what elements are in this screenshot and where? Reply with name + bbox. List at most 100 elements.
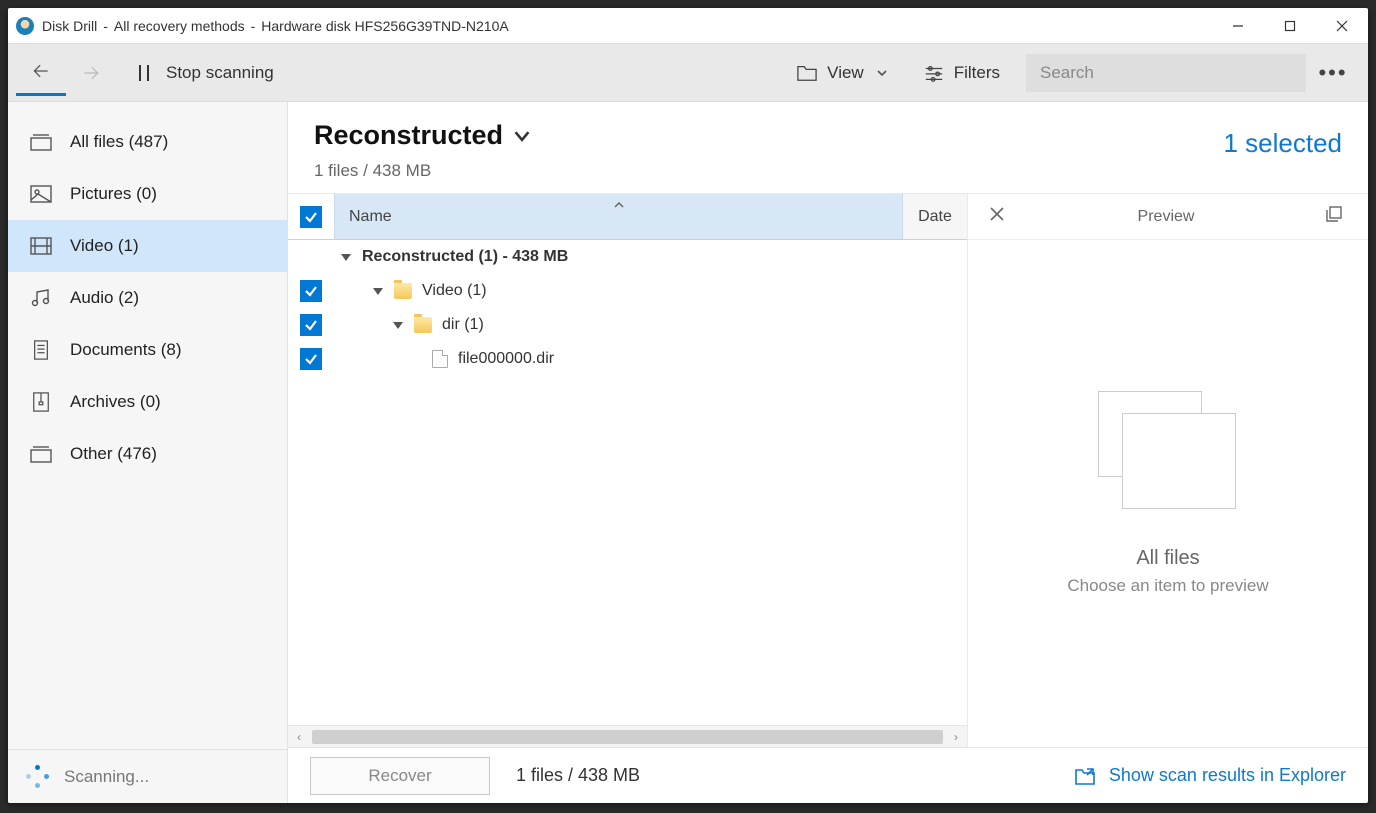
row-checkbox[interactable] — [300, 348, 322, 370]
view-dropdown[interactable]: View — [779, 50, 906, 96]
film-icon — [30, 236, 52, 256]
sidebar-item-label: Pictures (0) — [70, 184, 157, 204]
archive-icon — [30, 392, 52, 412]
close-button[interactable] — [1316, 8, 1368, 44]
triangle-down-icon[interactable] — [340, 250, 354, 264]
title-app: Disk Drill — [42, 18, 97, 34]
pause-icon — [136, 64, 152, 82]
main-pane: Reconstructed 1 files / 438 MB 1 selecte… — [288, 102, 1368, 803]
preview-placeholder-icon — [1098, 391, 1238, 511]
sidebar-item-documents[interactable]: Documents (8) — [8, 324, 287, 376]
open-external-button[interactable] — [1326, 206, 1346, 227]
more-menu-button[interactable]: ••• — [1306, 60, 1360, 86]
app-window: Disk Drill - All recovery methods - Hard… — [8, 8, 1368, 803]
sidebar-item-other[interactable]: Other (476) — [8, 428, 287, 480]
scroll-thumb[interactable] — [312, 730, 943, 744]
sliders-icon — [924, 64, 944, 82]
close-preview-button[interactable] — [990, 207, 1006, 226]
spinner-icon — [26, 765, 50, 789]
sidebar-item-label: Documents (8) — [70, 340, 181, 360]
maximize-button[interactable] — [1264, 8, 1316, 44]
search-placeholder: Search — [1040, 63, 1094, 83]
document-icon — [30, 340, 52, 360]
sidebar-item-label: Other (476) — [70, 444, 157, 464]
filters-button[interactable]: Filters — [906, 50, 1018, 96]
column-name-label: Name — [349, 208, 392, 226]
sidebar-item-pictures[interactable]: Pictures (0) — [8, 168, 287, 220]
folder-icon — [394, 283, 412, 299]
column-name[interactable]: Name — [334, 194, 903, 239]
stack-icon — [30, 444, 52, 464]
view-label: View — [827, 63, 864, 83]
stop-scanning-label: Stop scanning — [166, 63, 274, 83]
preview-heading: All files — [1136, 547, 1199, 570]
filters-label: Filters — [954, 63, 1000, 83]
chevron-down-icon — [876, 67, 888, 79]
triangle-down-icon[interactable] — [372, 284, 386, 298]
sidebar-item-label: All files (487) — [70, 132, 168, 152]
show-in-explorer-label: Show scan results in Explorer — [1109, 765, 1346, 786]
select-all-checkbox[interactable] — [300, 206, 322, 228]
column-date[interactable]: Date — [903, 194, 967, 239]
footer: Recover 1 files / 438 MB Show scan resul… — [288, 747, 1368, 803]
search-input[interactable]: Search — [1026, 54, 1306, 92]
folder-icon — [414, 317, 432, 333]
title-sub2: Hardware disk HFS256G39TND-N210A — [261, 18, 508, 34]
sidebar-item-archives[interactable]: Archives (0) — [8, 376, 287, 428]
back-button[interactable] — [16, 50, 66, 96]
horizontal-scrollbar[interactable]: ‹ › — [288, 725, 967, 747]
title-sep-2: - — [251, 18, 256, 34]
title-sep-1: - — [103, 18, 108, 34]
open-folder-icon — [1075, 767, 1095, 785]
row-checkbox[interactable] — [300, 314, 322, 336]
chevron-down-icon — [513, 127, 531, 145]
sidebar-item-label: Archives (0) — [70, 392, 161, 412]
stop-scanning-button[interactable]: Stop scanning — [116, 50, 294, 96]
toolbar: Stop scanning View Filters Search ••• — [8, 44, 1368, 102]
sidebar-item-all-files[interactable]: All files (487) — [8, 116, 287, 168]
minimize-button[interactable] — [1212, 8, 1264, 44]
row-checkbox[interactable] — [300, 280, 322, 302]
show-in-explorer-link[interactable]: Show scan results in Explorer — [1075, 765, 1346, 786]
music-icon — [30, 288, 52, 308]
column-headers: Name Date — [288, 194, 967, 240]
check-icon — [304, 210, 318, 224]
forward-button[interactable] — [66, 50, 116, 96]
scroll-right-icon[interactable]: › — [945, 730, 967, 744]
scan-status-label: Scanning... — [64, 767, 149, 787]
preview-pane: Preview All files Choose an item to prev… — [968, 194, 1368, 747]
tree-file-label: file000000.dir — [458, 350, 554, 368]
file-icon — [432, 350, 448, 368]
close-icon — [990, 207, 1004, 221]
recover-label: Recover — [368, 766, 431, 786]
tree-folder-label: Video (1) — [422, 282, 487, 300]
window-stack-icon — [1326, 206, 1342, 222]
app-icon — [16, 17, 34, 35]
triangle-down-icon[interactable] — [392, 318, 406, 332]
stack-icon — [30, 132, 52, 152]
sidebar-item-audio[interactable]: Audio (2) — [8, 272, 287, 324]
section-title: Reconstructed — [314, 120, 503, 151]
tree-file-row[interactable]: file000000.dir — [288, 342, 967, 376]
section-subtitle: 1 files / 438 MB — [314, 161, 1223, 181]
recover-button[interactable]: Recover — [310, 757, 490, 795]
tree-group-row[interactable]: Reconstructed (1) - 438 MB — [288, 240, 967, 274]
sort-indicator-icon — [613, 196, 625, 214]
column-date-label: Date — [918, 208, 952, 226]
selected-count: 1 selected — [1223, 120, 1342, 159]
tree-folder-label: dir (1) — [442, 316, 484, 334]
sidebar-item-video[interactable]: Video (1) — [8, 220, 287, 272]
tree-group-label: Reconstructed (1) - 438 MB — [362, 248, 568, 266]
sidebar-item-label: Audio (2) — [70, 288, 139, 308]
file-tree: Reconstructed (1) - 438 MB Video (1) — [288, 240, 967, 725]
scroll-left-icon[interactable]: ‹ — [288, 730, 310, 744]
section-title-dropdown[interactable]: Reconstructed — [314, 120, 1223, 151]
sidebar: All files (487) Pictures (0) Video (1) A… — [8, 102, 288, 803]
footer-stat: 1 files / 438 MB — [516, 765, 640, 786]
tree-folder-row[interactable]: dir (1) — [288, 308, 967, 342]
tree-folder-row[interactable]: Video (1) — [288, 274, 967, 308]
folder-icon — [797, 64, 817, 82]
scan-status: Scanning... — [8, 749, 287, 803]
preview-subheading: Choose an item to preview — [1067, 576, 1268, 596]
preview-title: Preview — [1006, 208, 1326, 226]
